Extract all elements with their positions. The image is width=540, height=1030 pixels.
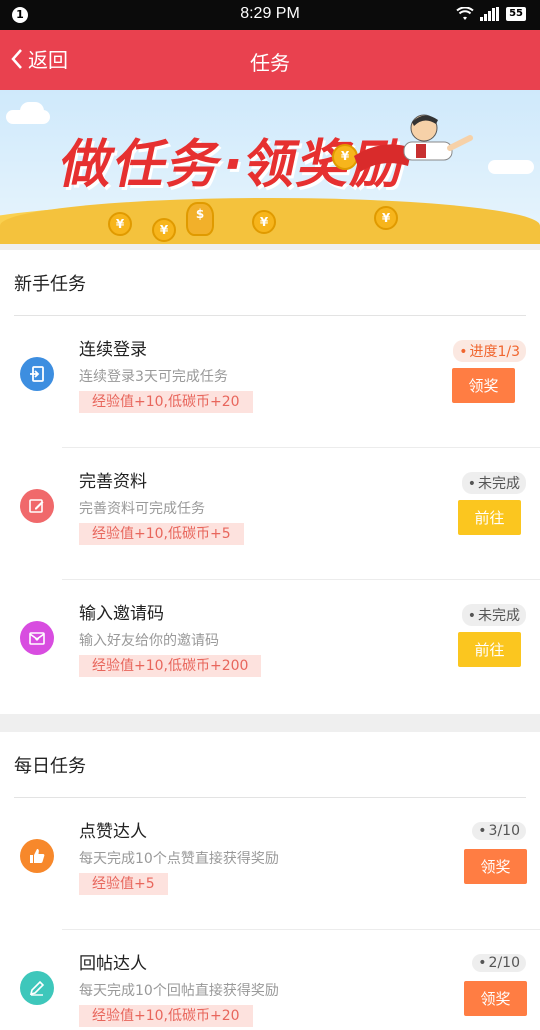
page-title: 任务 [250,51,290,75]
pencil-icon [20,971,54,1005]
coin-icon: ¥ [108,212,132,236]
task-reward: 经验值+5 [79,873,168,895]
cloud-shape [488,160,534,174]
task-banner: 做任务·领奖励 ¥ ¥ ¥ ¥ ¥ $ [0,90,540,244]
task-description: 每天完成10个回帖直接获得奖励 [79,983,279,999]
back-button[interactable]: 返回 [10,44,68,73]
task-item: 回帖达人 每天完成10个回帖直接获得奖励 经验值+10,低碳币+20 2/10 … [0,930,540,1030]
task-item: 连续登录 连续登录3天可完成任务 经验值+10,低碳币+20 进度1/3 领奖 [0,316,540,448]
task-status: 进度1/3 [453,340,526,362]
claim-button[interactable]: 领奖 [464,981,527,1016]
task-status: 3/10 [472,822,526,840]
task-description: 连续登录3天可完成任务 [79,369,228,385]
task-name: 连续登录 [79,340,147,360]
task-name: 回帖达人 [79,954,147,974]
claim-button[interactable]: 领奖 [464,849,527,884]
section-separator [0,714,540,732]
task-description: 输入好友给你的邀请码 [79,633,219,649]
battery-icon: 55 [506,7,526,21]
go-button[interactable]: 前往 [458,632,521,667]
app-bar: 返回 任务 [0,30,540,90]
task-reward: 经验值+10,低碳币+20 [79,391,253,413]
task-name: 点赞达人 [79,822,147,842]
task-status: 未完成 [461,472,526,494]
back-label: 返回 [28,48,68,72]
task-reward: 经验值+10,低碳币+20 [79,1005,253,1027]
status-icons: 55 [456,7,526,21]
task-status: 未完成 [461,604,526,626]
login-icon [20,357,54,391]
task-item: 完善资料 完善资料可完成任务 经验值+10,低碳币+5 未完成 前往 [0,448,540,580]
coin-icon: ¥ [152,218,176,242]
task-description: 完善资料可完成任务 [79,501,205,517]
flying-hero-illustration [354,114,473,172]
task-item: 输入邀请码 输入好友给你的邀请码 经验值+10,低碳币+200 未完成 前往 [0,580,540,714]
task-name: 完善资料 [79,472,147,492]
wifi-icon [456,7,474,20]
thumbs-up-icon [20,839,54,873]
task-name: 输入邀请码 [79,604,164,624]
invite-mail-icon [20,621,54,655]
section-title-newbie: 新手任务 [0,250,540,316]
signal-icon [480,7,500,21]
money-bag-icon: $ [186,202,214,236]
task-description: 每天完成10个点赞直接获得奖励 [79,851,279,867]
status-bar: 1 8:29 PM 55 [0,0,540,30]
chevron-left-icon [11,48,22,69]
task-status: 2/10 [472,954,526,972]
task-reward: 经验值+10,低碳币+200 [79,655,262,677]
coin-icon: ¥ [252,210,276,234]
task-reward: 经验值+10,低碳币+5 [79,523,244,545]
claim-button[interactable]: 领奖 [452,368,515,403]
cloud-shape [20,102,44,120]
go-button[interactable]: 前往 [458,500,521,535]
edit-icon [20,489,54,523]
coin-icon: ¥ [374,206,398,230]
section-title-daily: 每日任务 [0,732,540,798]
task-item: 点赞达人 每天完成10个点赞直接获得奖励 经验值+5 3/10 领奖 [0,798,540,930]
